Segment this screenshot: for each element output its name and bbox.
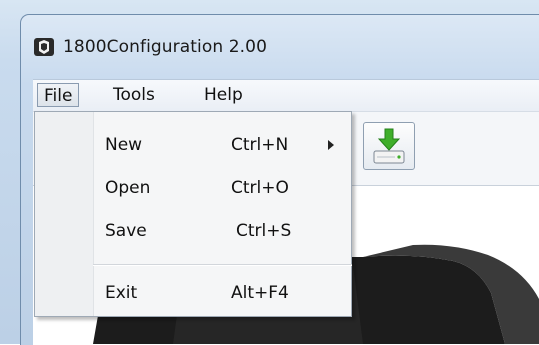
menu-file[interactable]: File xyxy=(37,83,80,107)
menu-item-label: New xyxy=(105,135,143,155)
menu-item-open[interactable]: Open Ctrl+O xyxy=(93,170,352,206)
menu-item-label: Exit xyxy=(105,283,138,303)
download-button[interactable] xyxy=(363,122,415,170)
file-menu-dropdown: New Ctrl+N Open Ctrl+O Save Ctrl+S Exit … xyxy=(34,111,352,317)
window-title: 1800Configuration 2.00 xyxy=(63,37,268,57)
menu-item-new[interactable]: New Ctrl+N xyxy=(93,127,352,163)
menu-item-shortcut: Alt+F4 xyxy=(231,283,289,303)
menu-icon-gutter xyxy=(35,112,94,316)
menu-item-label: Save xyxy=(105,221,147,241)
submenu-arrow-icon xyxy=(328,140,334,150)
menu-item-exit[interactable]: Exit Alt+F4 xyxy=(93,275,352,311)
menu-bar: File Tools Help xyxy=(33,79,539,112)
menu-separator xyxy=(93,264,352,266)
menu-item-shortcut: Ctrl+N xyxy=(231,135,289,155)
menu-item-shortcut: Ctrl+O xyxy=(231,178,289,198)
menu-item-label: Open xyxy=(105,178,151,198)
menu-item-shortcut: Ctrl+S xyxy=(236,221,292,241)
menu-item-save[interactable]: Save Ctrl+S xyxy=(93,213,352,249)
app-logo-icon xyxy=(34,38,54,56)
menu-help[interactable]: Help xyxy=(198,83,249,107)
download-to-device-icon xyxy=(373,128,405,164)
menu-tools[interactable]: Tools xyxy=(107,83,161,107)
title-bar: 1800Configuration 2.00 xyxy=(33,32,267,62)
